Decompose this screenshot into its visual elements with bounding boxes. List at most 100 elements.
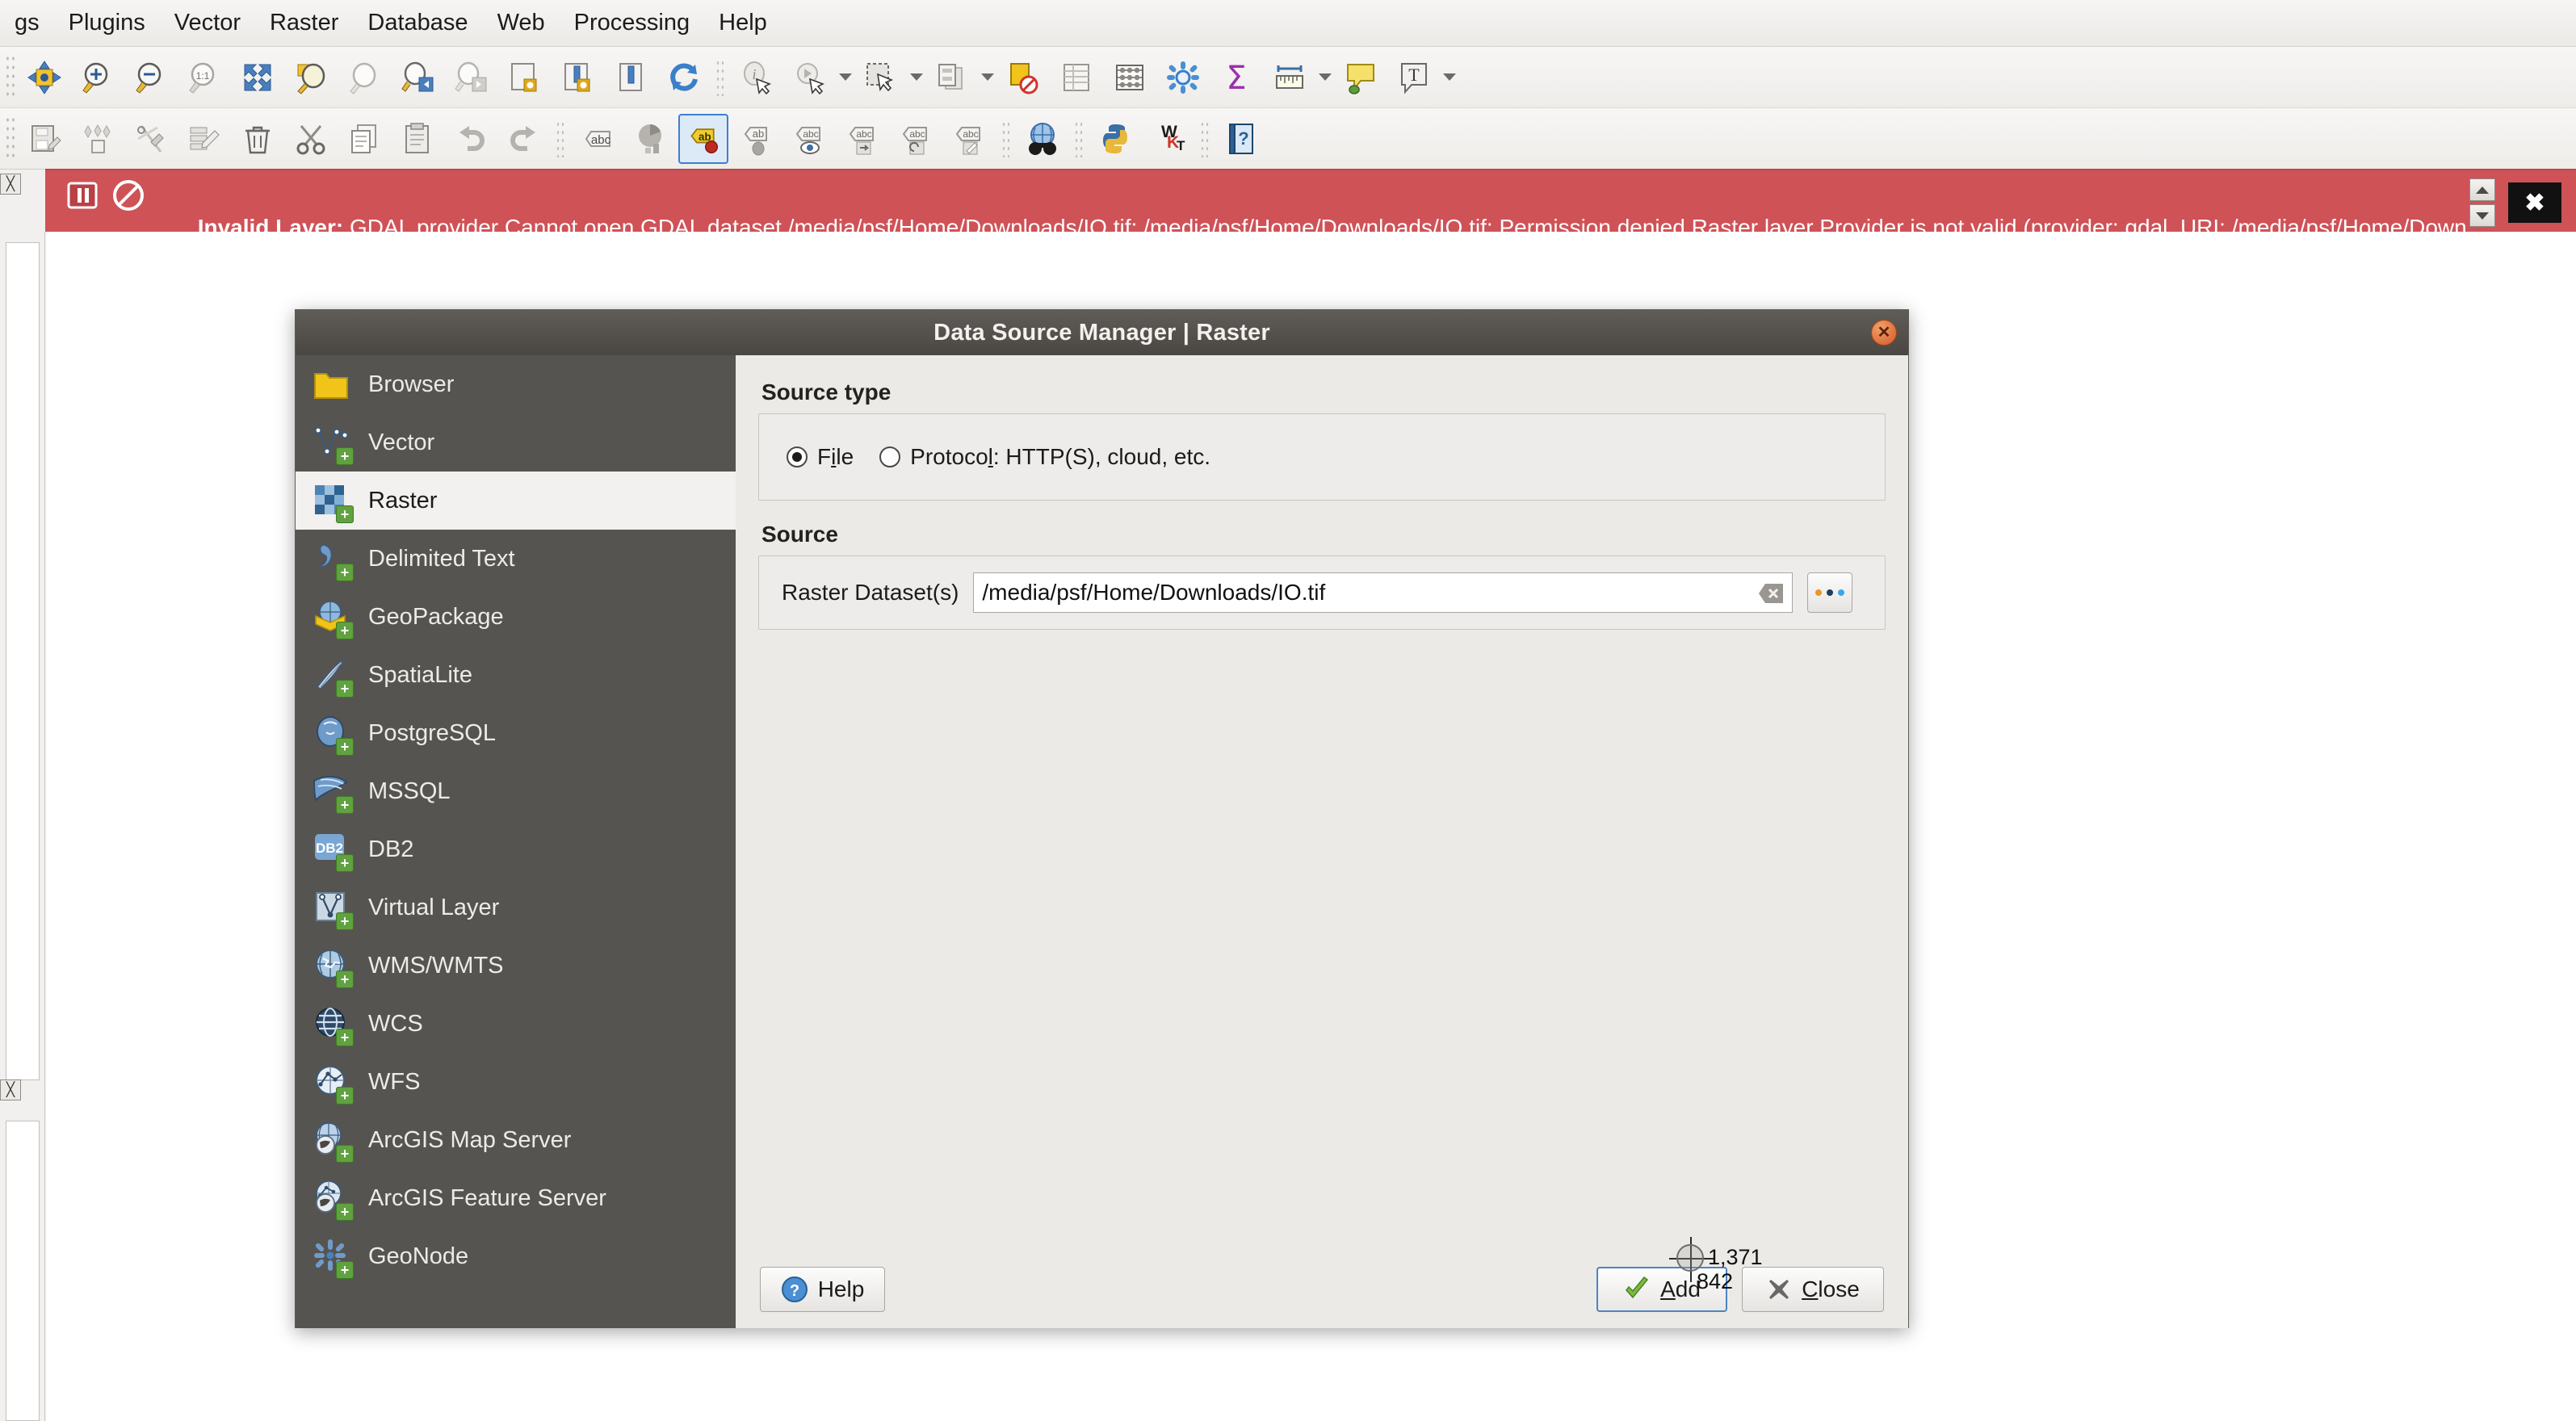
chevron-down-icon[interactable] bbox=[837, 52, 854, 103]
message-bar-spinner[interactable] bbox=[2469, 178, 2495, 227]
highlight-pinned-labels-icon[interactable]: ab bbox=[678, 113, 728, 164]
toolbar-grip[interactable] bbox=[5, 115, 16, 162]
sidebar-item-wfs[interactable]: + WFS bbox=[296, 1053, 736, 1111]
toggle-editing-icon[interactable] bbox=[126, 114, 176, 164]
message-bar-close-button[interactable]: ✖ bbox=[2508, 182, 2561, 223]
zoom-to-selection-icon[interactable] bbox=[286, 52, 336, 103]
rotate-label-icon[interactable]: abc bbox=[892, 114, 942, 164]
zoom-in-icon[interactable] bbox=[73, 52, 123, 103]
wkt-icon[interactable]: W K T bbox=[1143, 114, 1194, 164]
zoom-to-layer-icon[interactable] bbox=[339, 52, 389, 103]
processing-toolbox-icon[interactable] bbox=[1158, 52, 1208, 103]
data-source-manager-dialog: Data Source Manager | Raster ✕ Browser + V… bbox=[295, 309, 1909, 1328]
label-abc-icon[interactable]: abc bbox=[572, 114, 622, 164]
identify-features-icon[interactable]: i bbox=[732, 52, 782, 103]
zoom-native-resolution-icon[interactable]: 1:1 bbox=[179, 52, 229, 103]
dialog-title: Data Source Manager | Raster bbox=[933, 319, 1270, 346]
deselect-features-icon[interactable] bbox=[927, 52, 977, 103]
help-contents-icon[interactable]: ? bbox=[1216, 114, 1266, 164]
field-calculator-icon[interactable] bbox=[1105, 52, 1155, 103]
select-features-icon[interactable] bbox=[856, 52, 906, 103]
menu-item-database[interactable]: Database bbox=[353, 8, 482, 38]
chevron-down-icon[interactable] bbox=[979, 52, 996, 103]
clear-x-icon[interactable] bbox=[1757, 582, 1785, 605]
sidebar-item-delimited-text[interactable]: + Delimited Text bbox=[296, 530, 736, 588]
show-hide-labels-icon[interactable]: abc bbox=[785, 114, 835, 164]
dot-navy bbox=[1827, 589, 1834, 596]
copy-features-icon[interactable] bbox=[339, 114, 389, 164]
layer-diagram-icon[interactable] bbox=[625, 114, 675, 164]
radio-file[interactable]: File bbox=[787, 444, 854, 470]
new-3d-map-view-icon[interactable] bbox=[552, 52, 602, 103]
zoom-full-extent-icon[interactable] bbox=[233, 52, 283, 103]
sidebar-item-virtual-layer[interactable]: + Virtual Layer bbox=[296, 878, 736, 937]
dialog-close-button[interactable]: ✕ bbox=[1871, 320, 1897, 346]
sidebar-item-geonode[interactable]: + GeoNode bbox=[296, 1227, 736, 1285]
zoom-last-icon[interactable] bbox=[392, 52, 443, 103]
delete-selected-icon[interactable] bbox=[233, 114, 283, 164]
raster-dataset-input[interactable]: /media/psf/Home/Downloads/IO.tif bbox=[973, 572, 1794, 613]
chevron-down-icon[interactable] bbox=[1441, 52, 1458, 103]
menu-item-processing[interactable]: Processing bbox=[560, 8, 704, 38]
paste-features-icon[interactable] bbox=[392, 114, 443, 164]
sidebar-item-raster[interactable]: + Raster bbox=[296, 472, 736, 530]
python-console-icon[interactable] bbox=[1090, 114, 1140, 164]
dialog-title-bar[interactable]: Data Source Manager | Raster ✕ bbox=[296, 310, 1908, 355]
new-map-view-icon[interactable] bbox=[499, 52, 549, 103]
radio-file-indicator[interactable] bbox=[787, 446, 808, 467]
menu-item-vector[interactable]: Vector bbox=[160, 8, 255, 38]
map-tip-icon[interactable] bbox=[1336, 52, 1386, 103]
sidebar-item-browser[interactable]: Browser bbox=[296, 355, 736, 413]
zoom-out-icon[interactable] bbox=[126, 52, 176, 103]
text-annotation-icon[interactable]: T bbox=[1389, 52, 1439, 103]
svg-text:abc: abc bbox=[856, 128, 871, 140]
pin-labels-icon[interactable]: ab bbox=[732, 114, 782, 164]
pan-map-icon[interactable] bbox=[19, 52, 69, 103]
radio-protocol-indicator[interactable] bbox=[879, 446, 901, 467]
radio-protocol[interactable]: Protocol: HTTP(S), cloud, etc. bbox=[879, 444, 1210, 470]
sidebar-item-postgresql[interactable]: + PostgreSQL bbox=[296, 704, 736, 762]
sidebar-item-wcs[interactable]: + WCS bbox=[296, 995, 736, 1053]
menu-item-gs[interactable]: gs bbox=[0, 8, 54, 38]
sidebar-item-geopackage[interactable]: + GeoPackage bbox=[296, 588, 736, 646]
menu-item-raster[interactable]: Raster bbox=[255, 8, 353, 38]
spinner-down-button[interactable] bbox=[2469, 204, 2495, 227]
cut-features-icon[interactable] bbox=[286, 114, 336, 164]
sidebar-item-mssql[interactable]: + MSSQL bbox=[296, 762, 736, 820]
panel-close-icon-top[interactable]: ╳ bbox=[0, 174, 21, 195]
add-button[interactable]: Add bbox=[1596, 1267, 1727, 1312]
undo-icon[interactable] bbox=[446, 114, 496, 164]
panel-close-icon-bottom[interactable]: ╳ bbox=[0, 1079, 21, 1100]
sidebar-item-db2[interactable]: DB2 + DB2 bbox=[296, 820, 736, 878]
sidebar-item-spatialite[interactable]: + SpatiaLite bbox=[296, 646, 736, 704]
help-button[interactable]: ? Help bbox=[760, 1267, 885, 1312]
spinner-up-button[interactable] bbox=[2469, 178, 2495, 201]
chevron-down-icon[interactable] bbox=[908, 52, 925, 103]
redo-icon[interactable] bbox=[499, 114, 549, 164]
run-feature-action-icon[interactable] bbox=[785, 52, 835, 103]
sidebar-item-wms-wmts[interactable]: + WMS/WMTS bbox=[296, 937, 736, 995]
close-button[interactable]: Close bbox=[1742, 1267, 1884, 1312]
zoom-next-icon[interactable] bbox=[446, 52, 496, 103]
menu-item-plugins[interactable]: Plugins bbox=[54, 8, 160, 38]
clear-selection-icon[interactable] bbox=[998, 52, 1048, 103]
new-print-layout-icon[interactable] bbox=[606, 52, 656, 103]
change-label-icon[interactable]: abc bbox=[945, 114, 995, 164]
statistical-summary-icon[interactable]: Σ bbox=[1211, 52, 1261, 103]
chevron-down-icon[interactable] bbox=[1316, 52, 1334, 103]
measure-line-icon[interactable] bbox=[1265, 52, 1315, 103]
open-attribute-table-icon[interactable] bbox=[1051, 52, 1101, 103]
metasearch-icon[interactable] bbox=[1017, 114, 1068, 164]
sidebar-item-vector[interactable]: + Vector bbox=[296, 413, 736, 472]
multi-edit-icon[interactable] bbox=[179, 114, 229, 164]
toolbar-grip[interactable] bbox=[5, 53, 16, 101]
menu-item-help[interactable]: Help bbox=[704, 8, 782, 38]
browse-dataset-button[interactable] bbox=[1807, 572, 1853, 613]
menu-item-web[interactable]: Web bbox=[483, 8, 560, 38]
current-edits-icon[interactable] bbox=[73, 114, 123, 164]
save-layer-edits-icon[interactable] bbox=[19, 114, 69, 164]
sidebar-item-arcgis-map-server[interactable]: + ArcGIS Map Server bbox=[296, 1111, 736, 1169]
refresh-icon[interactable] bbox=[659, 52, 709, 103]
move-label-icon[interactable]: abc bbox=[838, 114, 888, 164]
sidebar-item-arcgis-feature-server[interactable]: + ArcGIS Feature Server bbox=[296, 1169, 736, 1227]
